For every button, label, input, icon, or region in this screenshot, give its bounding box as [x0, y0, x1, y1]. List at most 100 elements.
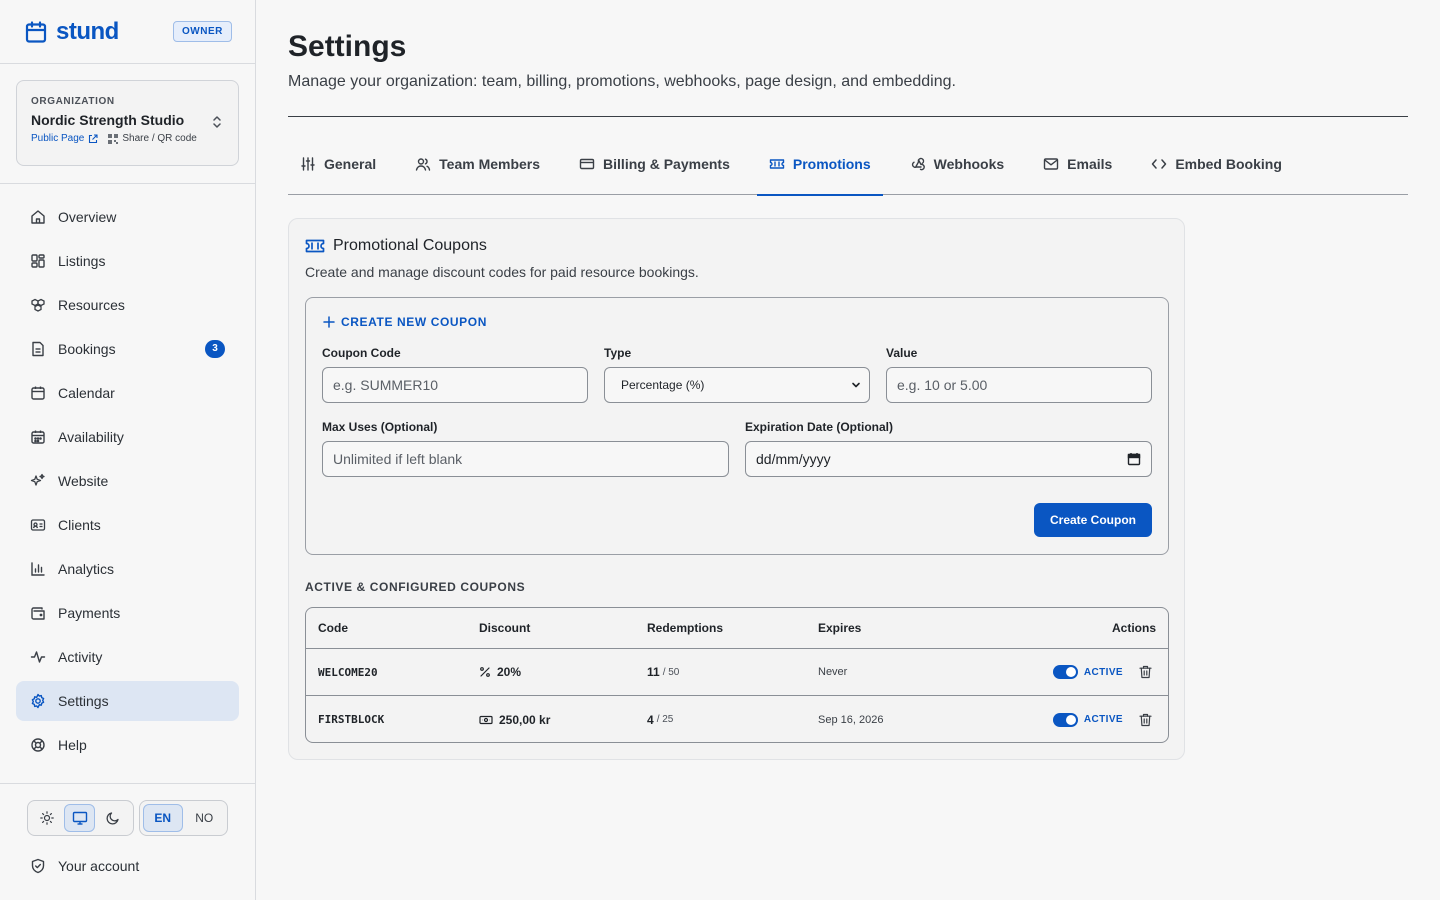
- expiration-date-placeholder: dd/mm/yyyy: [756, 451, 831, 467]
- table-header-row: Code Discount Redemptions Expires Action…: [306, 608, 1168, 649]
- sidebar-item-label: Resources: [58, 297, 125, 313]
- max-uses-input[interactable]: Unlimited if left blank: [322, 441, 729, 477]
- role-badge: OWNER: [173, 21, 232, 42]
- calendar-grid-icon: [30, 429, 46, 445]
- share-qr-link[interactable]: Share / QR code: [108, 133, 197, 144]
- sliders-icon: [300, 156, 316, 172]
- expiration-date-field: Expiration Date (Optional) dd/mm/yyyy: [745, 420, 1152, 477]
- bookings-count-badge: 3: [205, 340, 225, 358]
- language-no-button[interactable]: NO: [185, 804, 224, 832]
- active-toggle[interactable]: [1052, 665, 1078, 679]
- sidebar-item-activity[interactable]: Activity: [16, 637, 239, 677]
- sparkles-icon: [30, 473, 46, 489]
- calendar-logo-icon: [24, 20, 48, 44]
- sidebar-item-availability[interactable]: Availability: [16, 417, 239, 457]
- form-title-label: CREATE NEW COUPON: [341, 315, 487, 329]
- grid-icon: [30, 253, 46, 269]
- theme-switcher: [27, 800, 134, 836]
- page-title: Settings: [288, 30, 407, 63]
- banknote-icon: [479, 714, 493, 726]
- tab-billing-payments[interactable]: Billing & Payments: [567, 139, 742, 189]
- coupons-list-title: ACTIVE & CONFIGURED COUPONS: [305, 580, 526, 594]
- status-label: ACTIVE: [1083, 666, 1123, 678]
- sidebar: stund OWNER ORGANIZATION Nordic Strength…: [0, 0, 256, 900]
- calendar-picker-icon[interactable]: [1127, 452, 1141, 466]
- organization-switcher[interactable]: ORGANIZATION Nordic Strength Studio Publ…: [16, 80, 239, 166]
- wallet-icon: [30, 605, 46, 621]
- tab-webhooks[interactable]: Webhooks: [898, 139, 1017, 189]
- redemptions-used: 11: [647, 665, 660, 679]
- row-actions: ACTIVE: [1052, 696, 1152, 742]
- moon-icon: [105, 811, 120, 825]
- sidebar-item-overview[interactable]: Overview: [16, 197, 239, 237]
- mail-icon: [1043, 156, 1059, 172]
- organization-name: Nordic Strength Studio: [31, 112, 185, 128]
- coupon-code-field: Coupon Code e.g. SUMMER10: [322, 346, 588, 403]
- value-input[interactable]: e.g. 10 or 5.00: [886, 367, 1152, 403]
- sidebar-item-calendar[interactable]: Calendar: [16, 373, 239, 413]
- coupon-expires: Never: [818, 666, 848, 678]
- create-coupon-button[interactable]: Create Coupon: [1033, 503, 1152, 537]
- share-qr-label: Share / QR code: [122, 133, 197, 144]
- sidebar-item-label: Settings: [58, 693, 109, 709]
- percent-icon: [479, 666, 491, 678]
- language-en-button[interactable]: EN: [143, 804, 183, 832]
- sidebar-item-website[interactable]: Website: [16, 461, 239, 501]
- active-toggle[interactable]: [1052, 712, 1078, 727]
- code-icon: [1151, 156, 1167, 172]
- sidebar-item-bookings[interactable]: Bookings 3: [16, 329, 239, 369]
- theme-system-button[interactable]: [64, 804, 95, 832]
- public-page-link[interactable]: Public Page: [31, 133, 98, 144]
- tab-label: Billing & Payments: [603, 156, 730, 172]
- tab-emails[interactable]: Emails: [1031, 139, 1124, 189]
- type-select[interactable]: Percentage (%): [604, 367, 870, 403]
- expiration-date-label: Expiration Date (Optional): [745, 420, 894, 434]
- promotional-coupons-card: Promotional Coupons Create and manage di…: [288, 218, 1185, 760]
- sidebar-item-help[interactable]: Help: [16, 725, 239, 765]
- sidebar-item-payments[interactable]: Payments: [16, 593, 239, 633]
- sidebar-item-analytics[interactable]: Analytics: [16, 549, 239, 589]
- sidebar-item-listings[interactable]: Listings: [16, 241, 239, 281]
- tab-team-members[interactable]: Team Members: [403, 139, 552, 189]
- sidebar-item-resources[interactable]: Resources: [16, 285, 239, 325]
- organization-label: ORGANIZATION: [31, 96, 115, 107]
- monitor-icon: [72, 810, 88, 826]
- ticket-icon: [305, 237, 325, 255]
- max-uses-field: Max Uses (Optional) Unlimited if left bl…: [322, 420, 729, 477]
- table-row: FIRSTBLOCK 250,00 kr 4/ 25 Sep 16, 2026 …: [306, 696, 1168, 742]
- trash-icon[interactable]: [1139, 713, 1152, 727]
- theme-dark-button[interactable]: [97, 804, 128, 832]
- sidebar-item-settings[interactable]: Settings: [16, 681, 239, 721]
- divider: [288, 116, 1408, 117]
- chevrons-up-down-icon[interactable]: [211, 115, 223, 129]
- max-uses-label: Max Uses (Optional): [322, 420, 438, 434]
- tab-promotions[interactable]: Promotions: [756, 139, 883, 196]
- expiration-date-input[interactable]: dd/mm/yyyy: [745, 441, 1152, 477]
- sidebar-item-clients[interactable]: Clients: [16, 505, 239, 545]
- public-page-label: Public Page: [31, 133, 85, 144]
- sidebar-item-label: Analytics: [58, 561, 115, 577]
- tab-general[interactable]: General: [288, 139, 388, 189]
- coupon-discount: 20%: [479, 649, 521, 695]
- bar-chart-icon: [30, 561, 46, 577]
- tab-embed-booking[interactable]: Embed Booking: [1139, 139, 1294, 189]
- sidebar-item-label: Payments: [58, 605, 121, 621]
- discount-value: 20%: [497, 665, 522, 679]
- sidebar-nav: Overview Listings Resources Bookings 3 C…: [16, 197, 239, 769]
- column-header-redemptions: Redemptions: [647, 621, 724, 635]
- trash-icon[interactable]: [1139, 665, 1152, 679]
- coupon-discount: 250,00 kr: [479, 696, 550, 742]
- table-row: WELCOME20 20% 11/ 50 Never ACTIVE: [306, 649, 1168, 696]
- tab-label: Embed Booking: [1175, 156, 1282, 172]
- value-label: Value: [886, 346, 918, 360]
- your-account-link[interactable]: Your account: [30, 858, 139, 874]
- divider: [0, 783, 255, 784]
- coupon-code-input[interactable]: e.g. SUMMER10: [322, 367, 588, 403]
- sidebar-item-label: Calendar: [58, 385, 115, 401]
- theme-light-button[interactable]: [31, 804, 62, 832]
- redemptions-limit: / 25: [656, 714, 674, 725]
- external-link-icon: [88, 133, 98, 144]
- coupon-redemptions: 4/ 25: [647, 696, 674, 742]
- type-field: Type Percentage (%): [604, 346, 870, 403]
- brand-logo[interactable]: stund: [24, 18, 119, 46]
